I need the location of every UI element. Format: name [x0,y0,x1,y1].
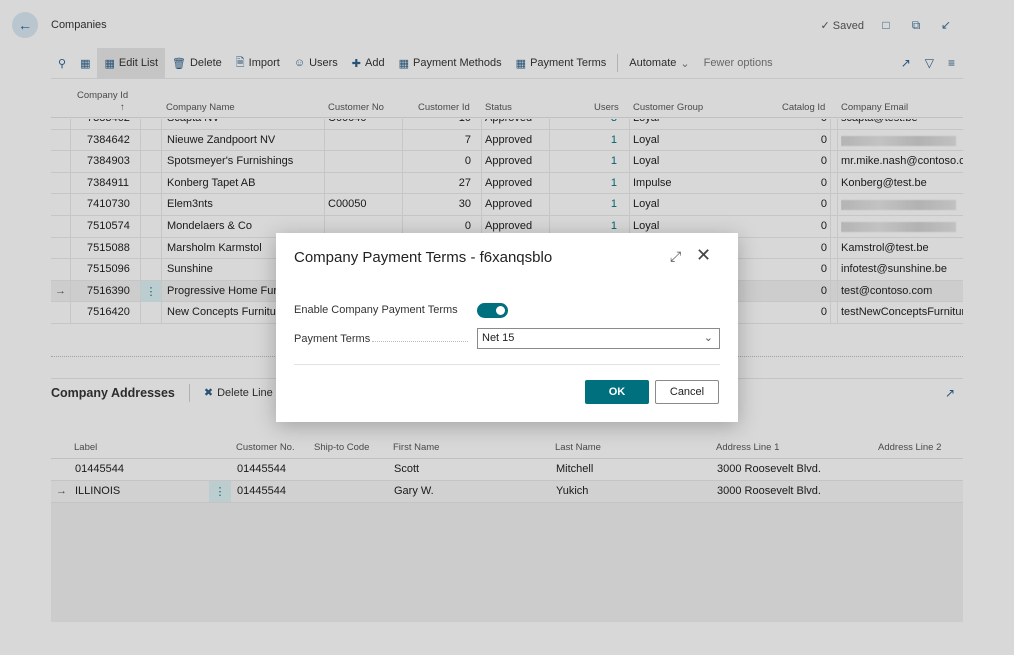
chevron-down-icon: ⌄ [703,332,713,344]
payment-terms-value: Net 15 [482,332,515,344]
field-leader-dots [372,341,468,342]
payment-terms-select[interactable]: Net 15 ⌄ [477,328,720,349]
expand-icon[interactable]: ⤢ [670,248,681,265]
payment-terms-dialog: Company Payment Terms - f6xanqsblo ⤢ ✕ E… [276,233,738,422]
dialog-divider [294,364,720,365]
ok-button[interactable]: OK [585,380,649,404]
enable-payment-terms-label: Enable Company Payment Terms [294,304,458,316]
payment-terms-label: Payment Terms [294,333,371,345]
close-icon[interactable]: ✕ [696,245,711,266]
dialog-title: Company Payment Terms - f6xanqsblo [294,249,553,266]
enable-payment-terms-toggle[interactable] [477,303,508,318]
cancel-button[interactable]: Cancel [655,380,719,404]
